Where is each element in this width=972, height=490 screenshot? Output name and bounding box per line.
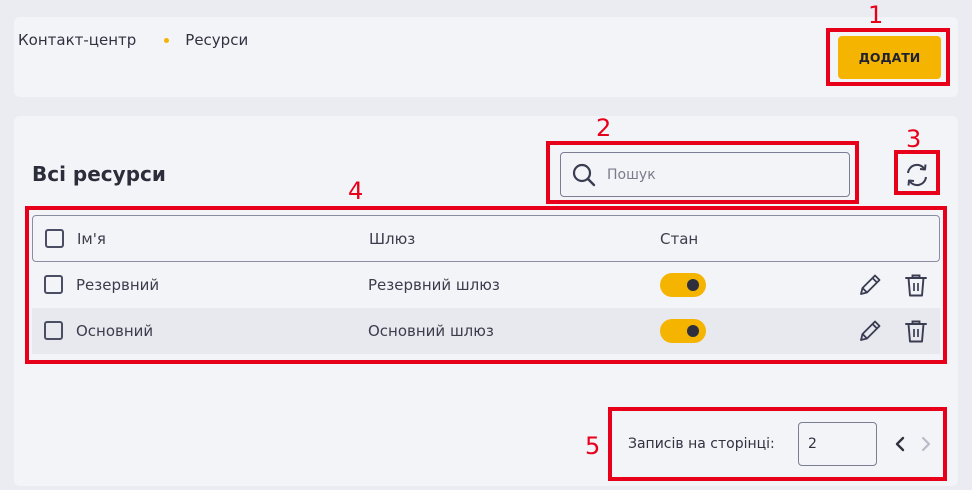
annotation-label-4: 4 [348,177,364,205]
annotation-label-3: 3 [906,125,922,153]
annotation-box-1 [826,28,950,86]
breadcrumb: Контакт-центр Ресурси [18,31,248,49]
header-card [14,17,958,97]
breadcrumb-current: Ресурси [185,31,249,49]
breadcrumb-parent[interactable]: Контакт-центр [18,31,136,49]
annotation-box-5 [608,407,947,481]
annotation-box-2 [546,141,859,204]
annotation-label-5: 5 [585,432,601,460]
annotation-label-1: 1 [868,1,884,29]
annotation-box-4 [25,206,947,364]
annotation-box-3 [894,150,940,195]
breadcrumb-separator [164,37,170,43]
page-title: Всі ресурси [32,162,166,186]
annotation-label-2: 2 [596,114,612,142]
